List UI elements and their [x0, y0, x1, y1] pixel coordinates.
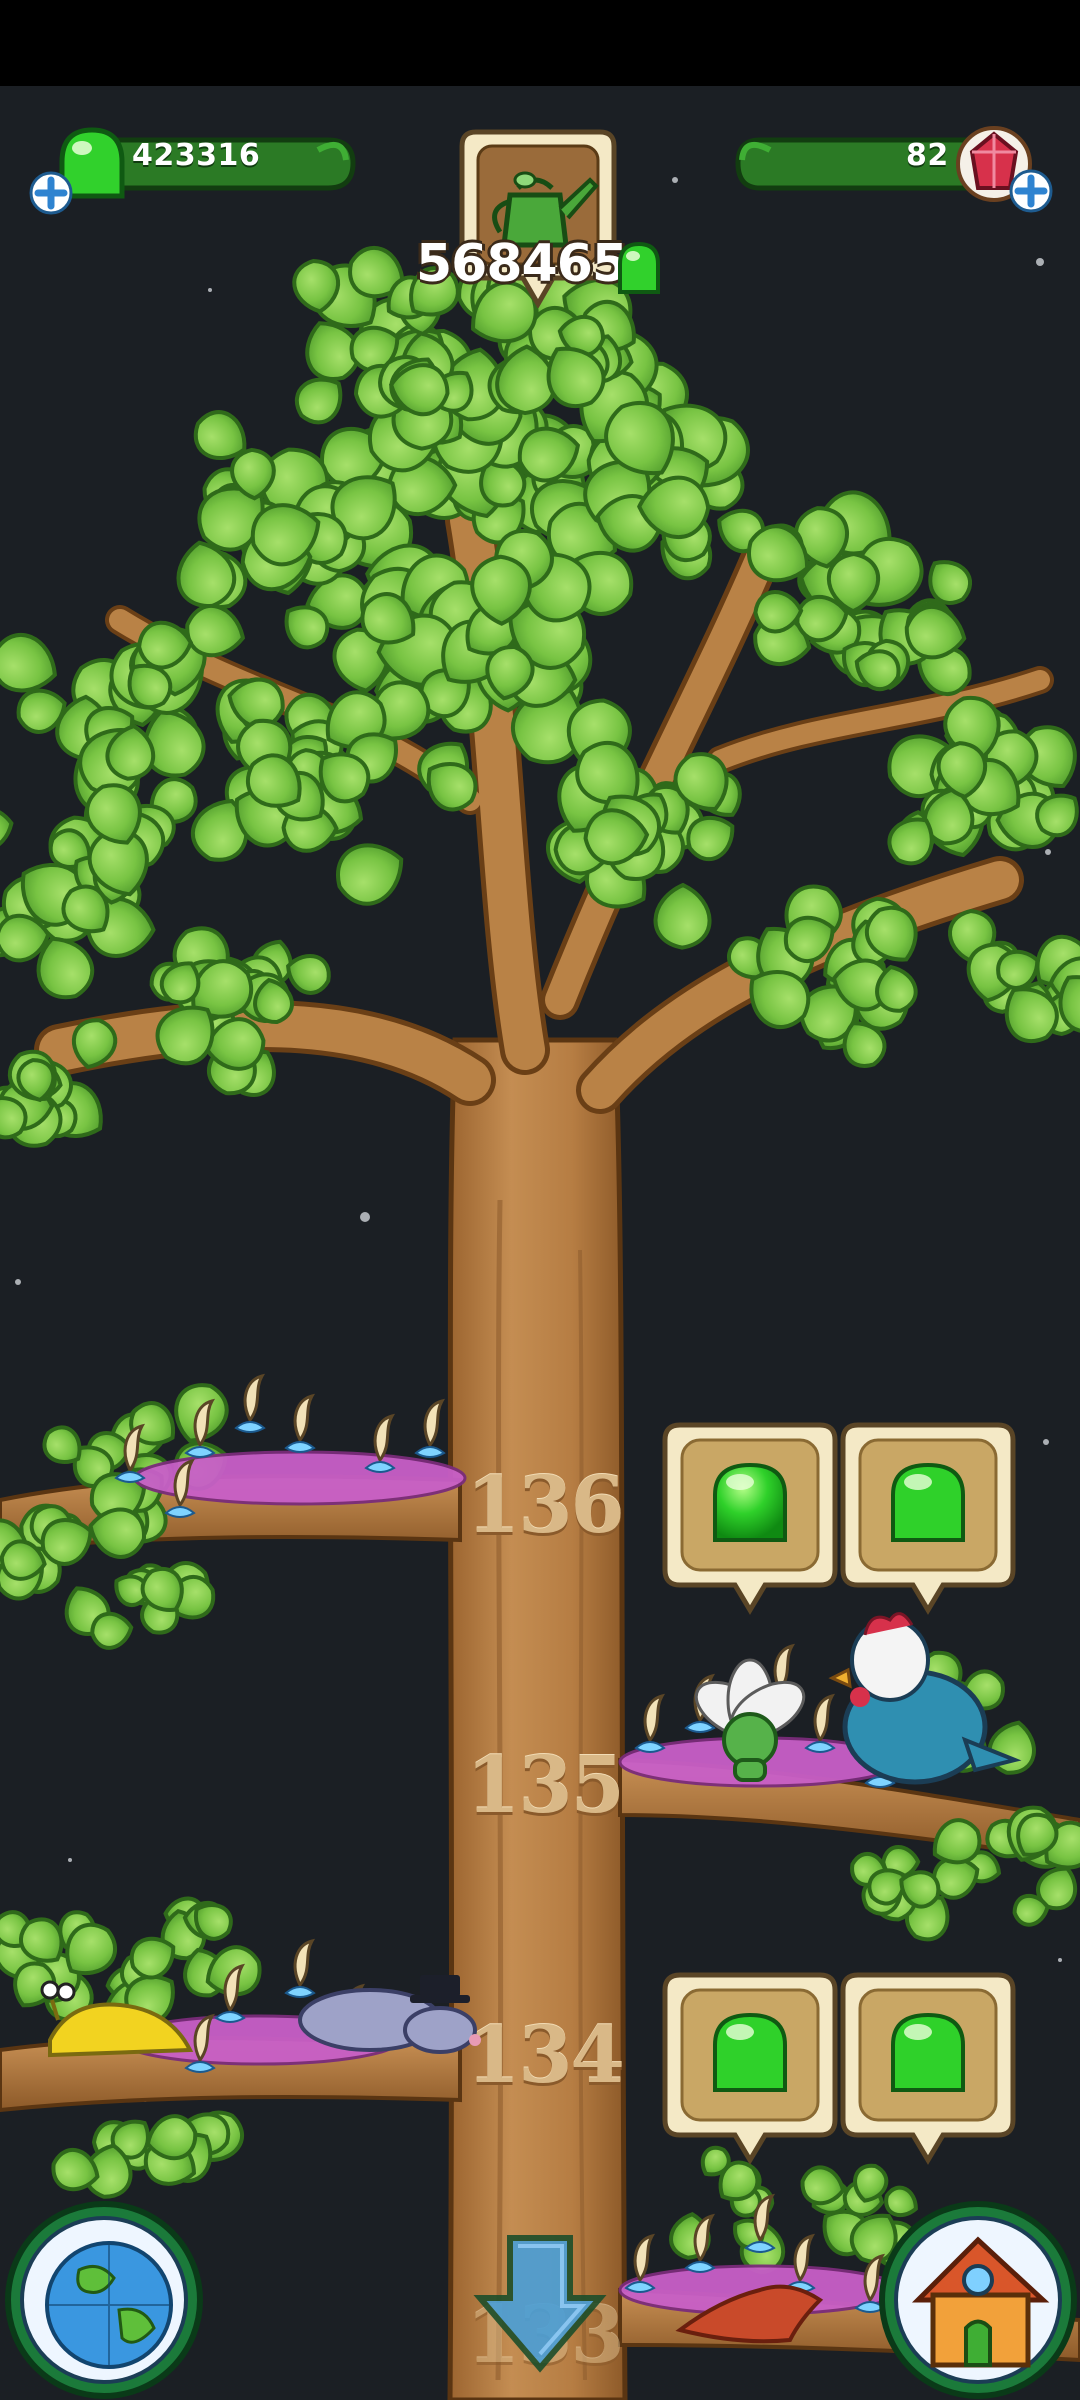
crystal-counter[interactable]: 82 [730, 118, 1060, 218]
watering-panel[interactable]: 568465 [410, 128, 670, 318]
harvest-gem-bubble[interactable] [838, 1970, 1018, 2170]
plus-icon[interactable] [28, 170, 74, 216]
globe-icon [45, 2241, 173, 2369]
starfish-creature-icon[interactable] [675, 2284, 824, 2344]
harvest-gem-bubble[interactable] [660, 1970, 840, 2170]
plus-icon[interactable] [1008, 168, 1054, 214]
house-button[interactable] [878, 2200, 1078, 2400]
harvest-gem-bubble[interactable] [660, 1420, 840, 1620]
game-screen: 136 135 134 133 [0, 0, 1080, 2400]
harvest-gem-bubble[interactable] [838, 1420, 1018, 1620]
globe-button[interactable] [4, 2200, 204, 2400]
rat-creature-icon[interactable] [298, 1975, 481, 2054]
scroll-down-button[interactable] [470, 2228, 610, 2378]
green-gem-icon [618, 241, 660, 294]
slug-creature-icon[interactable] [40, 1980, 194, 2058]
watering-count: 568465 [416, 234, 628, 294]
flower-creature-icon[interactable] [687, 1658, 813, 1782]
rooster-creature-icon[interactable] [828, 1612, 1022, 1785]
gem-count: 423316 [132, 138, 261, 173]
crystal-count: 82 [906, 138, 949, 173]
down-arrow-icon [473, 2235, 607, 2373]
gem-counter[interactable]: 423316 [28, 118, 358, 218]
